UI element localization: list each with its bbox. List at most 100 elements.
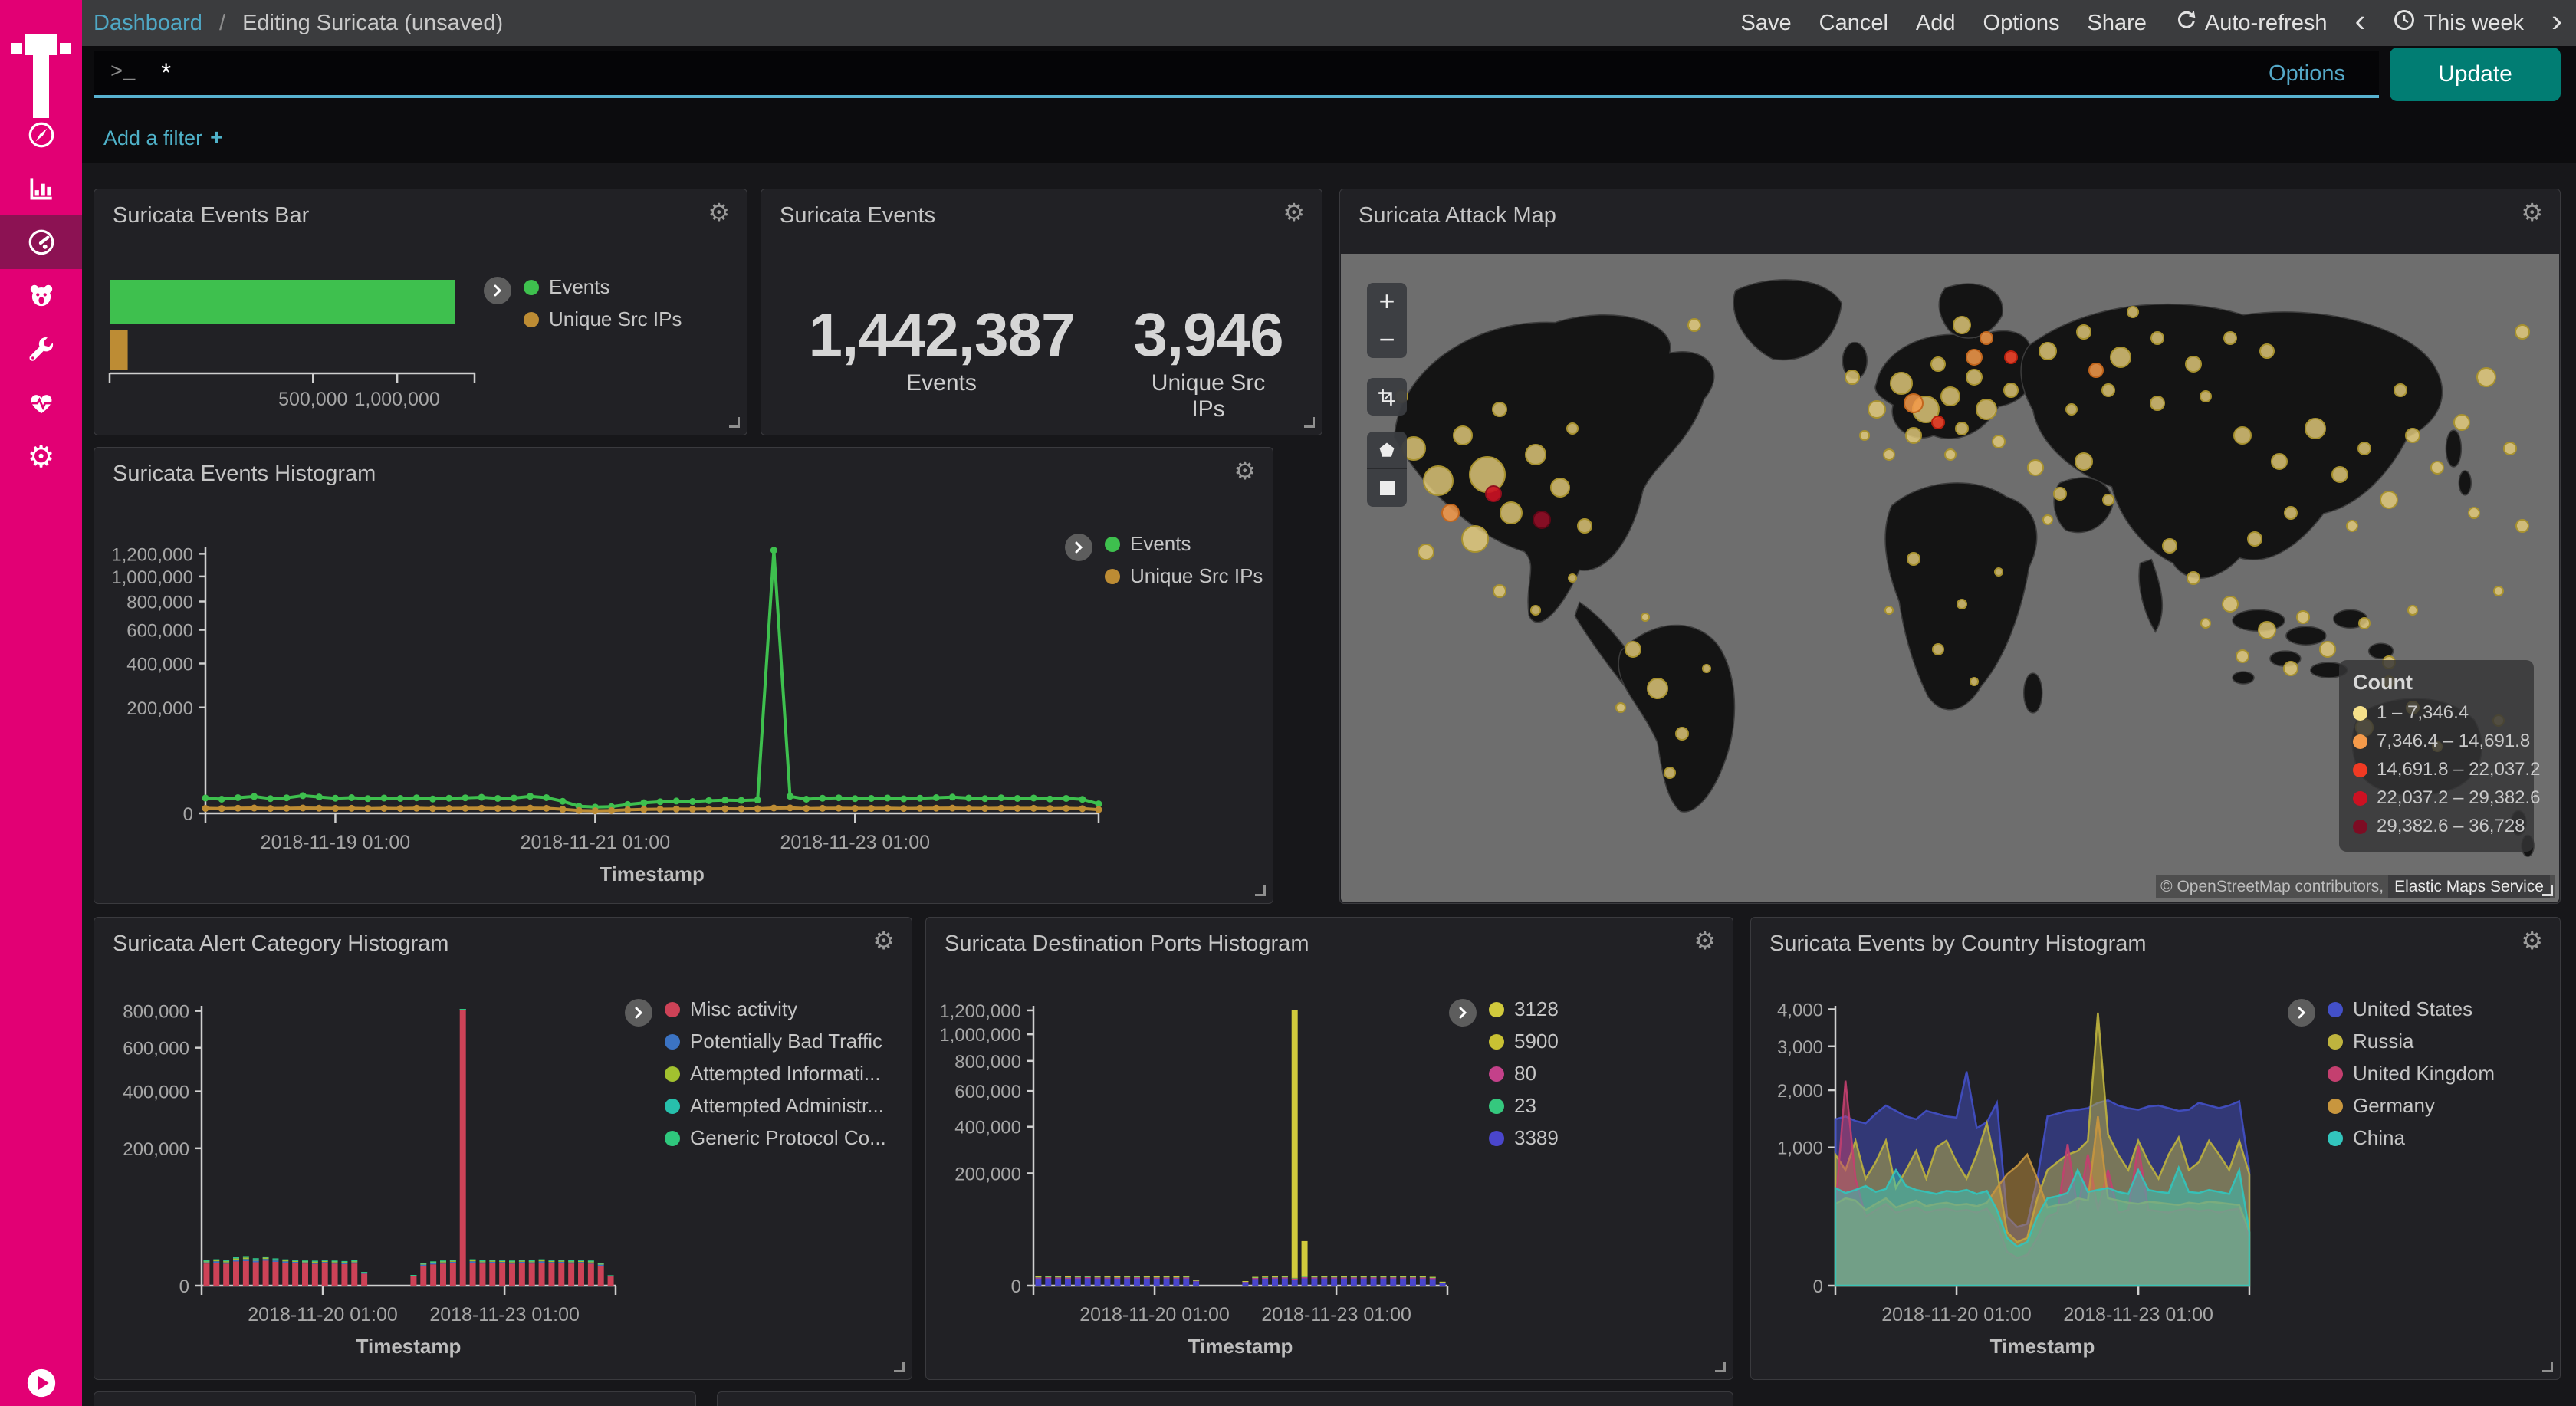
map-circle[interactable] [2247, 531, 2262, 547]
map-circle[interactable] [2223, 331, 2237, 345]
legend-item[interactable]: 3389 [1489, 1126, 1559, 1150]
time-prev-button[interactable]: ‹ [2354, 0, 2365, 48]
legend-toggle-button[interactable] [2288, 999, 2315, 1027]
resize-handle[interactable] [1304, 417, 1315, 428]
map-circle[interactable] [2150, 396, 2165, 411]
map-circle[interactable] [1625, 641, 1641, 658]
map-circle[interactable] [1418, 544, 1434, 560]
map-circle[interactable] [1441, 504, 1460, 522]
map-circle[interactable] [1423, 465, 1454, 496]
legend-item[interactable]: 5900 [1489, 1030, 1559, 1053]
map-circle[interactable] [2150, 331, 2164, 345]
resize-handle[interactable] [1255, 885, 1266, 896]
map-circle[interactable] [2200, 390, 2212, 402]
map-circle[interactable] [2004, 350, 2018, 364]
panel-gear-icon[interactable]: ⚙ [2521, 928, 2543, 953]
legend-item[interactable]: 7,346.4 – 14,691.8 [2353, 731, 2520, 752]
add-filter-link[interactable]: Add a filter+ [104, 126, 223, 151]
map-circle[interactable] [1687, 318, 1701, 332]
map-circle[interactable] [2233, 426, 2252, 445]
map-circle[interactable] [1953, 316, 1971, 334]
legend-item[interactable]: 1 – 7,346.4 [2353, 702, 2520, 724]
map-circle[interactable] [1845, 370, 1860, 385]
map-circle[interactable] [1907, 552, 1921, 566]
update-button[interactable]: Update [2390, 48, 2561, 101]
map-circle[interactable] [2358, 442, 2371, 455]
map-circle[interactable] [2407, 605, 2418, 616]
panel-gear-icon[interactable]: ⚙ [2521, 200, 2543, 225]
map-circle[interactable] [1577, 518, 1592, 534]
map-circle[interactable] [2468, 507, 2480, 519]
map-circle[interactable] [1905, 427, 1922, 444]
breadcrumb-dashboard-link[interactable]: Dashboard [94, 11, 202, 35]
map-circle[interactable] [1485, 485, 1502, 502]
panel-gear-icon[interactable]: ⚙ [1283, 200, 1305, 225]
zoom-in-button[interactable]: + [1367, 283, 1407, 320]
legend-item[interactable]: Events [524, 275, 682, 299]
world-map[interactable]: + − Count 1 – 7,346.47,346.4 – 14,691.81… [1341, 254, 2559, 902]
legend-item[interactable]: 22,037.2 – 29,382.6 [2353, 787, 2520, 809]
map-circle[interactable] [1957, 599, 1967, 609]
legend-item[interactable]: 80 [1489, 1062, 1559, 1086]
share-button[interactable]: Share [2087, 11, 2146, 36]
map-circle[interactable] [2283, 661, 2298, 676]
legend-item[interactable]: 3128 [1489, 997, 1559, 1021]
sidebar-item-dashboard[interactable] [0, 215, 82, 269]
legend-item[interactable]: Unique Src IPs [1105, 564, 1263, 588]
map-circle[interactable] [2271, 453, 2288, 470]
map-circle[interactable] [1533, 511, 1551, 529]
map-circle[interactable] [2346, 520, 2358, 532]
map-circle[interactable] [2042, 514, 2053, 525]
resize-handle[interactable] [1715, 1362, 1726, 1372]
map-circle[interactable] [2319, 641, 2336, 658]
resize-handle[interactable] [2542, 1362, 2553, 1372]
map-circle[interactable] [2258, 621, 2276, 639]
map-circle[interactable] [1615, 702, 1626, 713]
panel-gear-icon[interactable]: ⚙ [708, 200, 730, 225]
add-button[interactable]: Add [1916, 11, 1956, 36]
map-circle[interactable] [1664, 767, 1676, 779]
map-circle[interactable] [1641, 613, 1650, 622]
map-circle[interactable] [1966, 369, 1983, 386]
map-circle[interactable] [2236, 649, 2249, 663]
map-circle[interactable] [1970, 677, 1979, 686]
map-circle[interactable] [1492, 402, 1507, 417]
map-circle[interactable] [1994, 567, 2003, 577]
map-circle[interactable] [1955, 422, 1969, 435]
map-circle[interactable] [1966, 349, 1983, 366]
map-circle[interactable] [1944, 448, 1957, 461]
map-circle[interactable] [2076, 324, 2091, 340]
sidebar-item-discover[interactable] [0, 108, 82, 162]
map-circle[interactable] [1525, 444, 1546, 465]
draw-polygon-button[interactable] [1367, 432, 1407, 469]
legend-toggle-button[interactable] [484, 277, 511, 304]
legend-item[interactable]: Unique Src IPs [524, 307, 682, 331]
map-circle[interactable] [2127, 306, 2139, 318]
map-circle[interactable] [2162, 538, 2177, 554]
map-circle[interactable] [1647, 678, 1668, 699]
map-circle[interactable] [2305, 418, 2326, 439]
map-circle[interactable] [1675, 727, 1689, 741]
map-circle[interactable] [1702, 664, 1711, 673]
map-circle[interactable] [1883, 448, 1895, 461]
map-circle[interactable] [2053, 487, 2067, 501]
map-circle[interactable] [1500, 501, 1523, 524]
legend-item[interactable]: Misc activity [665, 997, 886, 1021]
map-circle[interactable] [1932, 643, 1944, 655]
collapse-nav-button[interactable] [0, 1363, 82, 1406]
map-circle[interactable] [2185, 356, 2202, 373]
legend-toggle-button[interactable] [1449, 999, 1477, 1027]
map-circle[interactable] [2331, 466, 2348, 483]
zoom-out-button[interactable]: − [1367, 320, 1407, 358]
cancel-button[interactable]: Cancel [1819, 11, 1888, 36]
map-circle[interactable] [2493, 586, 2504, 596]
map-circle[interactable] [2284, 506, 2298, 520]
map-circle[interactable] [2065, 403, 2078, 416]
map-circle[interactable] [2003, 383, 2019, 398]
map-circle[interactable] [1931, 416, 1945, 429]
map-circle[interactable] [1904, 393, 1924, 413]
legend-item[interactable]: Events [1105, 532, 1263, 556]
sidebar-item-monitoring[interactable] [0, 376, 82, 430]
map-circle[interactable] [2187, 571, 2200, 585]
map-circle[interactable] [1884, 606, 1894, 615]
